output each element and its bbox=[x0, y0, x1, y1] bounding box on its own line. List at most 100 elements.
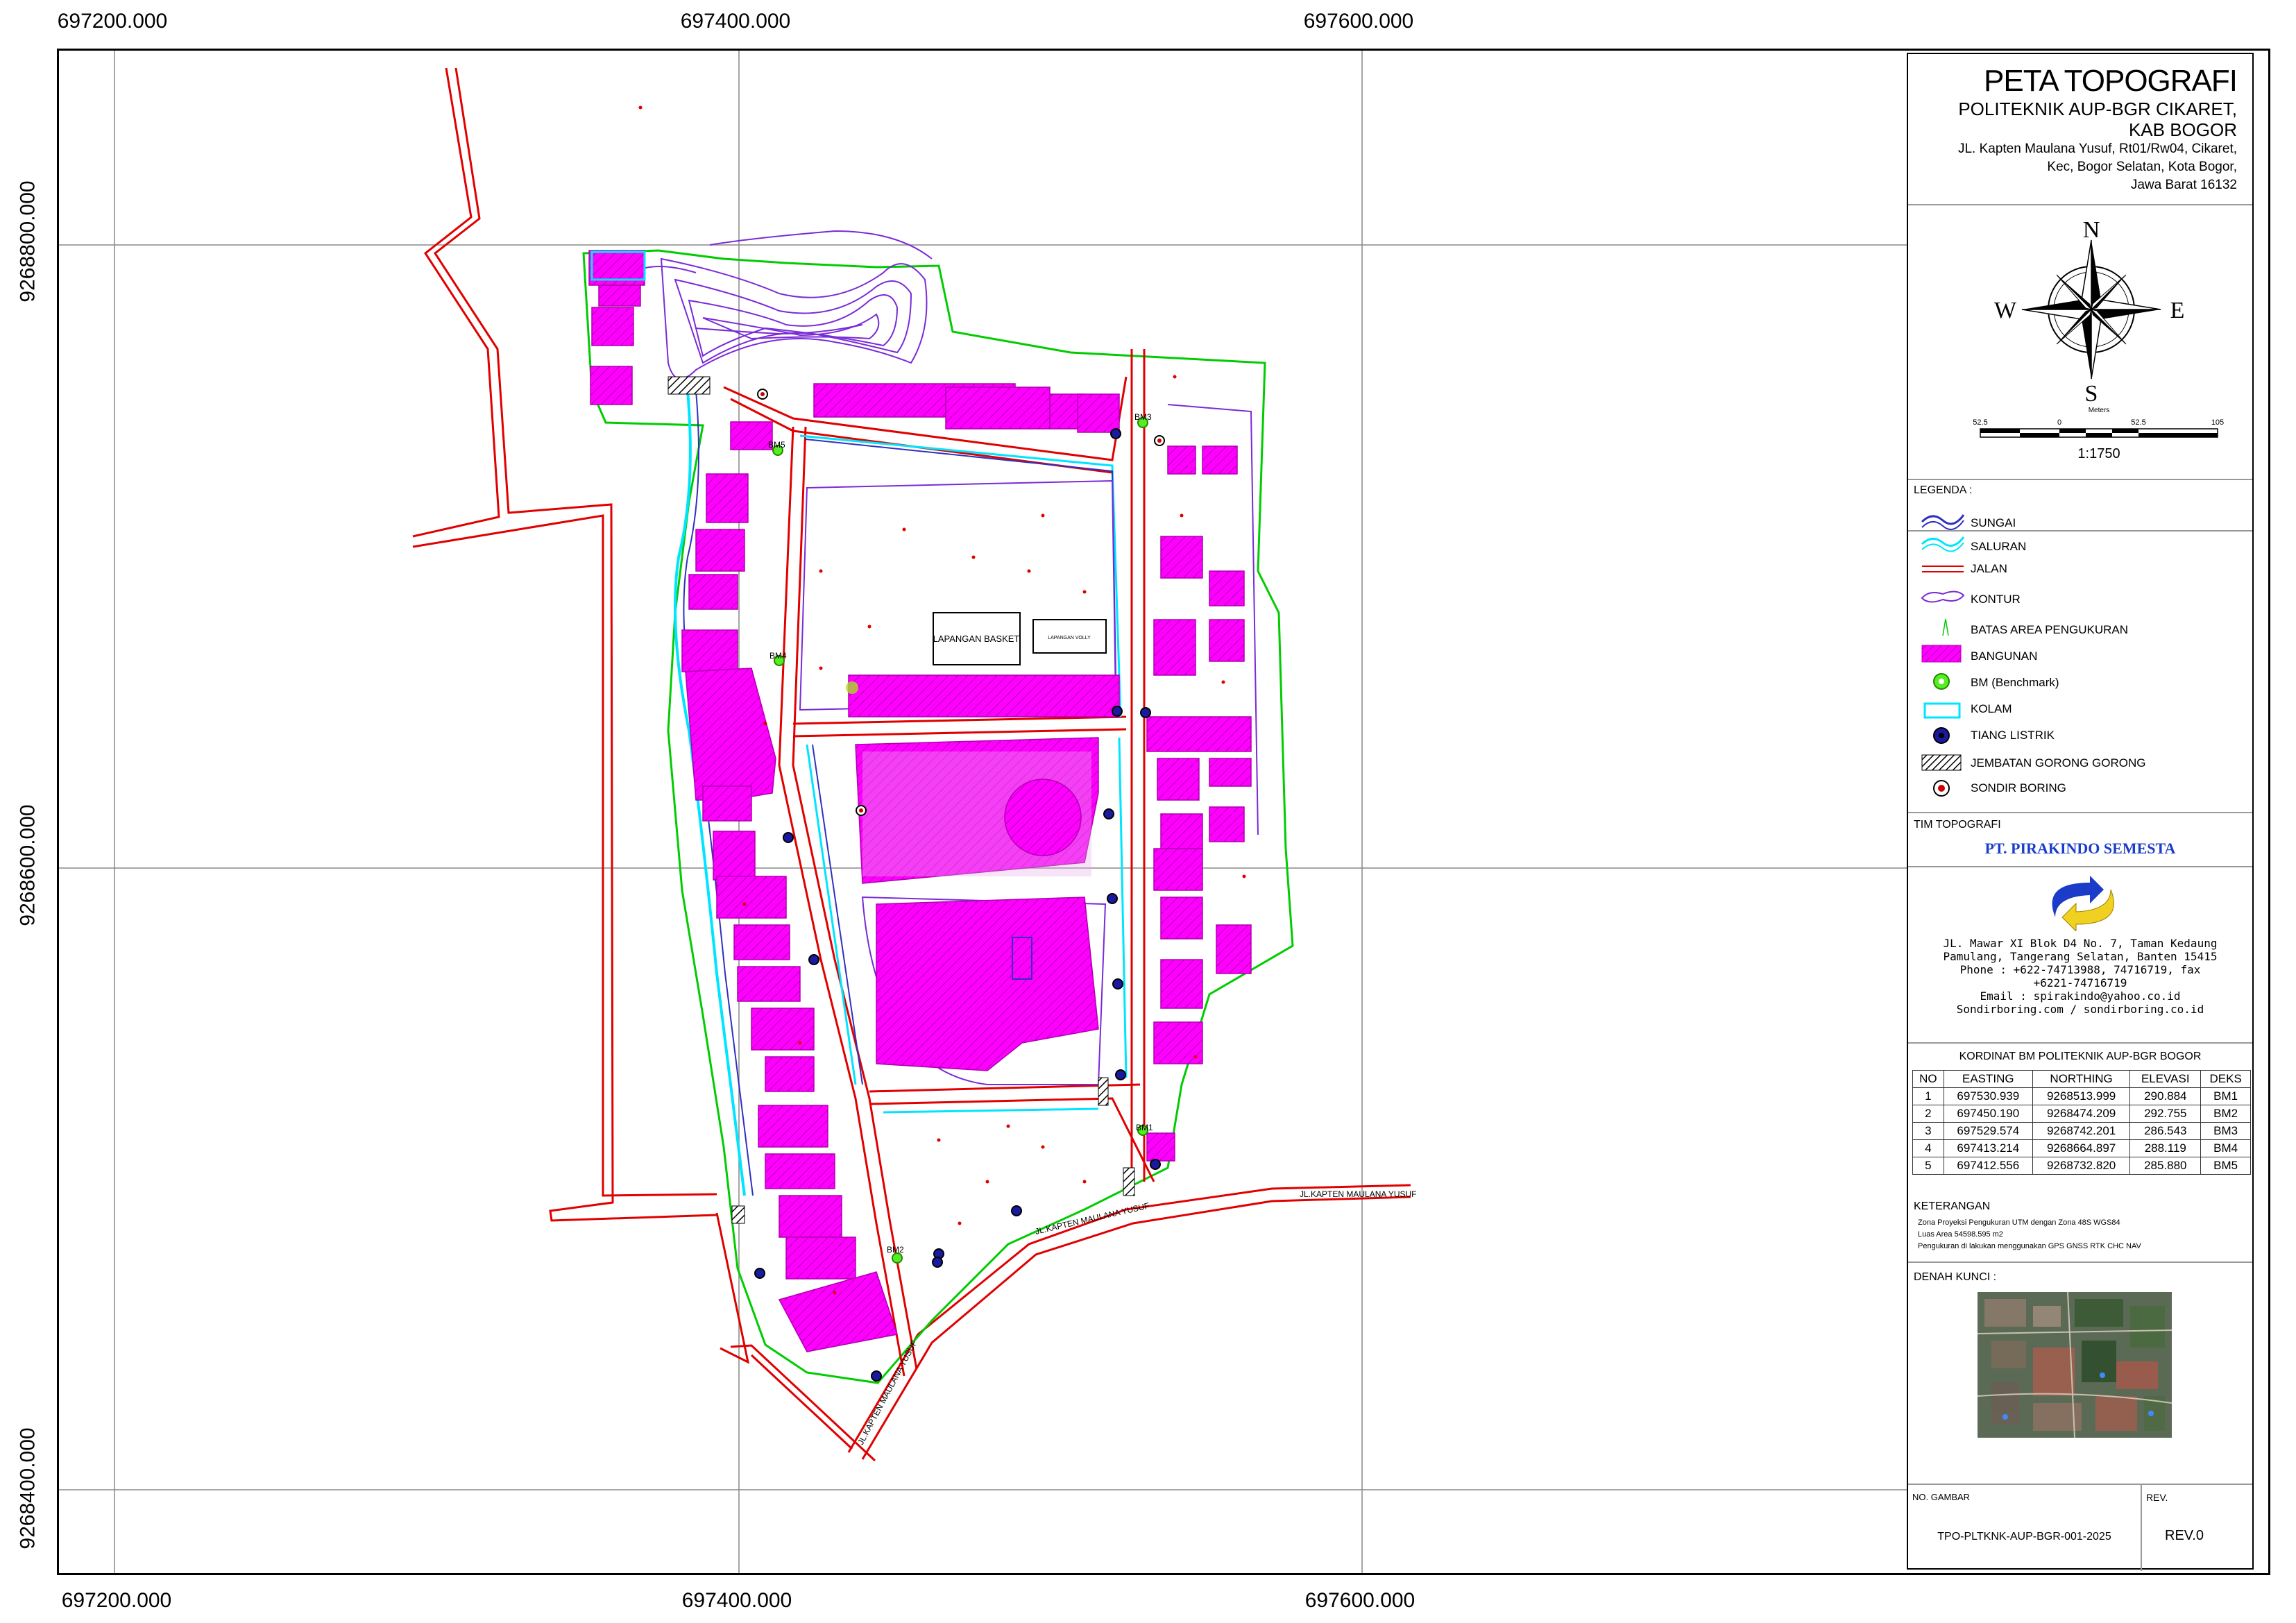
scale-tick-1: 52.5 bbox=[1973, 418, 1987, 427]
building bbox=[695, 529, 745, 572]
company-website: Sondirboring.com / sondirboring.co.id bbox=[1956, 1003, 2204, 1016]
building bbox=[713, 831, 756, 881]
label-lapangan-basket: LAPANGAN BASKET bbox=[933, 634, 1020, 644]
building bbox=[1160, 897, 1203, 940]
building bbox=[706, 473, 749, 523]
table-cell: 2 bbox=[1912, 1105, 1944, 1123]
table-cell: 697413.214 bbox=[1943, 1139, 2033, 1157]
building bbox=[945, 386, 1051, 430]
revision-label: REV. bbox=[2146, 1492, 2168, 1503]
table-row: 3 697529.574 9268742.201 286.543 BM3 bbox=[1912, 1122, 2251, 1140]
address-line-1: JL. Kapten Maulana Yusuf, Rt01/Rw04, Cik… bbox=[1957, 142, 2237, 156]
bm-table-title: KORDINAT BM POLITEKNIK AUP-BGR BOGOR bbox=[1959, 1051, 2202, 1062]
title-section: PETA TOPOGRAFI POLITEKNIK AUP-BGR CIKARE… bbox=[1908, 54, 2252, 205]
building bbox=[778, 1271, 898, 1352]
building bbox=[1160, 959, 1203, 1009]
table-cell: 697529.574 bbox=[1943, 1122, 2033, 1140]
label-jl-kapten-southwest: JL.KAPTEN MAULANA YUSUF bbox=[856, 1339, 919, 1446]
table-cell: 697412.556 bbox=[1943, 1157, 2033, 1175]
river-icon bbox=[1921, 514, 1965, 530]
bm-coordinate-table: NO EASTING NORTHING ELEVASI DEKS 1 697530… bbox=[1912, 1070, 2251, 1175]
building bbox=[751, 1008, 815, 1051]
building bbox=[1153, 619, 1196, 676]
legend-label-road: JALAN bbox=[1971, 562, 2007, 575]
team-section: TIM TOPOGRAFI PT. PIRAKINDO SEMESTA JL. … bbox=[1908, 812, 2252, 1044]
building bbox=[1077, 393, 1120, 433]
building bbox=[598, 284, 641, 307]
label-bm5: BM5 bbox=[768, 440, 785, 450]
legend-section: LEGENDA : SUNGAI SALURAN JALAN KONTUR BA… bbox=[1908, 479, 2252, 867]
building bbox=[1160, 813, 1203, 849]
power-pole-icon bbox=[1933, 727, 1950, 744]
scale-unit: Meters bbox=[2089, 407, 2110, 414]
table-cell: 4 bbox=[1912, 1139, 1944, 1157]
building bbox=[733, 924, 790, 960]
bm-table-section: KORDINAT BM POLITEKNIK AUP-BGR BOGOR NO … bbox=[1908, 1044, 2252, 1263]
table-cell: BM1 bbox=[2200, 1087, 2251, 1105]
map-title: PETA TOPOGRAFI bbox=[1984, 64, 2238, 98]
contour-lines bbox=[598, 230, 933, 380]
table-cell: 292.755 bbox=[2129, 1105, 2202, 1123]
building bbox=[779, 1195, 842, 1238]
building bbox=[765, 1056, 815, 1092]
table-cell: 9268474.209 bbox=[2032, 1105, 2131, 1123]
table-cell: 286.543 bbox=[2129, 1122, 2202, 1140]
compass-w: W bbox=[1994, 298, 2017, 323]
table-cell: BM4 bbox=[2200, 1139, 2251, 1157]
scale-tick-4: 105 bbox=[2211, 418, 2224, 427]
compass-s: S bbox=[2085, 381, 2098, 407]
table-cell: 288.119 bbox=[2129, 1139, 2202, 1157]
building bbox=[716, 876, 787, 919]
table-cell: 9268742.201 bbox=[2032, 1122, 2131, 1140]
legend-symbols bbox=[1921, 514, 1965, 797]
company-logo-icon bbox=[2052, 876, 2114, 931]
key-map-section: DENAH KUNCI : bbox=[1908, 1263, 2252, 1485]
building-dome bbox=[1004, 779, 1082, 856]
table-cell: BM5 bbox=[2200, 1157, 2251, 1175]
building bbox=[591, 307, 634, 346]
boundary-icon bbox=[1942, 618, 1949, 636]
compass-rose-icon bbox=[2021, 239, 2161, 380]
building bbox=[1153, 848, 1203, 891]
drawing-number-section: NO. GAMBAR TPO-PLTKNK-AUP-BGR-001-2025 R… bbox=[1908, 1485, 2252, 1571]
map-subtitle-2: KAB BOGOR bbox=[2128, 119, 2237, 140]
legend-label-building: BANGUNAN bbox=[1971, 649, 2038, 663]
table-cell: 697450.190 bbox=[1943, 1105, 2033, 1123]
building bbox=[688, 574, 738, 610]
bm-table-header: DEKS bbox=[2200, 1070, 2251, 1088]
title-block: PETA TOPOGRAFI POLITEKNIK AUP-BGR CIKARE… bbox=[1907, 53, 2254, 1571]
company-address: JL. Mawar XI Blok D4 No. 7, Taman Kedaun… bbox=[1908, 937, 2252, 1016]
table-row: 5 697412.556 9268732.820 285.880 BM5 bbox=[1912, 1157, 2251, 1175]
building bbox=[1209, 806, 1245, 842]
bm-table-header: NORTHING bbox=[2032, 1070, 2131, 1088]
building-icon bbox=[1921, 645, 1962, 663]
key-map-satellite-image[interactable] bbox=[1978, 1292, 2172, 1438]
building bbox=[702, 785, 752, 822]
building bbox=[1160, 536, 1203, 579]
note-3: Pengukuran di lakukan menggunakan GPS GN… bbox=[1918, 1242, 2141, 1250]
notes-title: KETERANGAN bbox=[1914, 1200, 1991, 1212]
company-name: PT. PIRAKINDO SEMESTA bbox=[1984, 840, 2176, 857]
grid-label-x-3-top: 697600.000 bbox=[1303, 10, 1414, 33]
culvert-icon bbox=[1921, 754, 1962, 771]
legend-label-contour: KONTUR bbox=[1971, 593, 2021, 606]
building bbox=[1146, 1132, 1175, 1162]
bm-table-header: ELEVASI bbox=[2129, 1070, 2202, 1088]
legend-label-benchmark: BM (Benchmark) bbox=[1971, 676, 2059, 689]
building bbox=[758, 1105, 828, 1148]
road-icon bbox=[1922, 566, 1964, 572]
building bbox=[1202, 445, 1238, 475]
map-subtitle-1: POLITEKNIK AUP-BGR CIKARET, bbox=[1958, 99, 2237, 119]
label-bm1: BM1 bbox=[1136, 1123, 1153, 1132]
scale-bar: 52.5 0 52.5 105 Meters 1:1750 bbox=[1973, 407, 2224, 461]
grid-label-y-3-left: 9268400.000 bbox=[16, 1427, 40, 1549]
grid-label-x-1-bottom: 697200.000 bbox=[61, 1589, 172, 1612]
label-jl-kapten-east: JL.KAPTEN MAULANA YUSUF bbox=[1300, 1189, 1417, 1199]
grid-label-x-3-bottom: 697600.000 bbox=[1304, 1589, 1415, 1612]
label-bm3: BM3 bbox=[1134, 412, 1152, 422]
scale-tick-2: 0 bbox=[2057, 418, 2061, 427]
compass-e: E bbox=[2170, 298, 2185, 323]
company-address-line-2: Pamulang, Tangerang Selatan, Banten 1541… bbox=[1943, 950, 2218, 963]
table-row: 4 697413.214 9268664.897 288.119 BM4 bbox=[1912, 1139, 2251, 1157]
legend-label-boundary: BATAS AREA PENGUKURAN bbox=[1971, 623, 2129, 636]
